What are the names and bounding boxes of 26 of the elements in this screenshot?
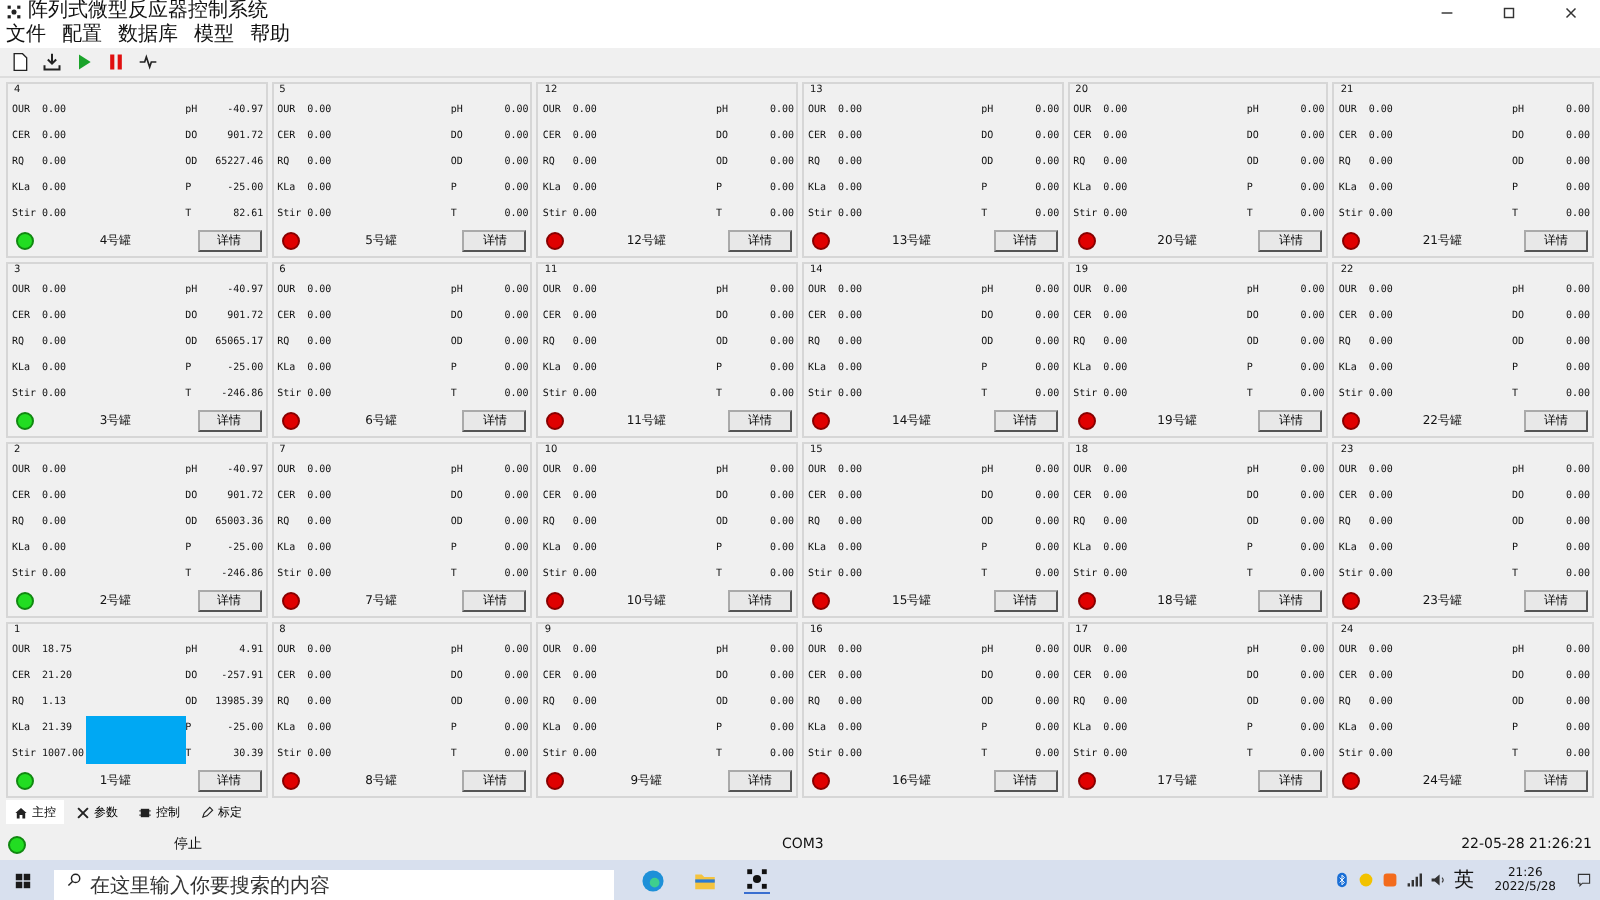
- pause-icon[interactable]: [106, 52, 126, 72]
- browser-icon[interactable]: [640, 867, 666, 893]
- close-icon[interactable]: [1562, 3, 1580, 21]
- download-icon[interactable]: [42, 52, 62, 72]
- bluetooth-icon[interactable]: [1334, 872, 1351, 888]
- app-icon: [6, 4, 22, 20]
- pulse-icon[interactable]: [138, 52, 158, 72]
- new-file-icon[interactable]: [10, 52, 30, 72]
- input-method[interactable]: 英: [1454, 866, 1475, 894]
- search-icon: [66, 872, 82, 888]
- menu-item[interactable]: 文件: [6, 24, 46, 48]
- menu-item[interactable]: 模型: [194, 24, 234, 48]
- menu-item[interactable]: 数据库: [118, 24, 178, 48]
- notification-icon[interactable]: [1576, 872, 1592, 888]
- maximize-icon[interactable]: [1500, 3, 1518, 21]
- menu-item[interactable]: 配置: [62, 24, 102, 48]
- search-field[interactable]: 在这里输入你要搜索的内容: [54, 869, 614, 900]
- play-icon[interactable]: [74, 52, 94, 72]
- network-icon[interactable]: [1406, 872, 1423, 888]
- start-icon[interactable]: [14, 871, 32, 889]
- chip-icon: [138, 805, 152, 819]
- home-icon: [14, 805, 28, 819]
- volume-icon[interactable]: [1430, 872, 1447, 888]
- menu-item[interactable]: 帮助: [250, 24, 290, 48]
- app-icon[interactable]: [744, 866, 770, 894]
- pencil-icon: [200, 805, 214, 819]
